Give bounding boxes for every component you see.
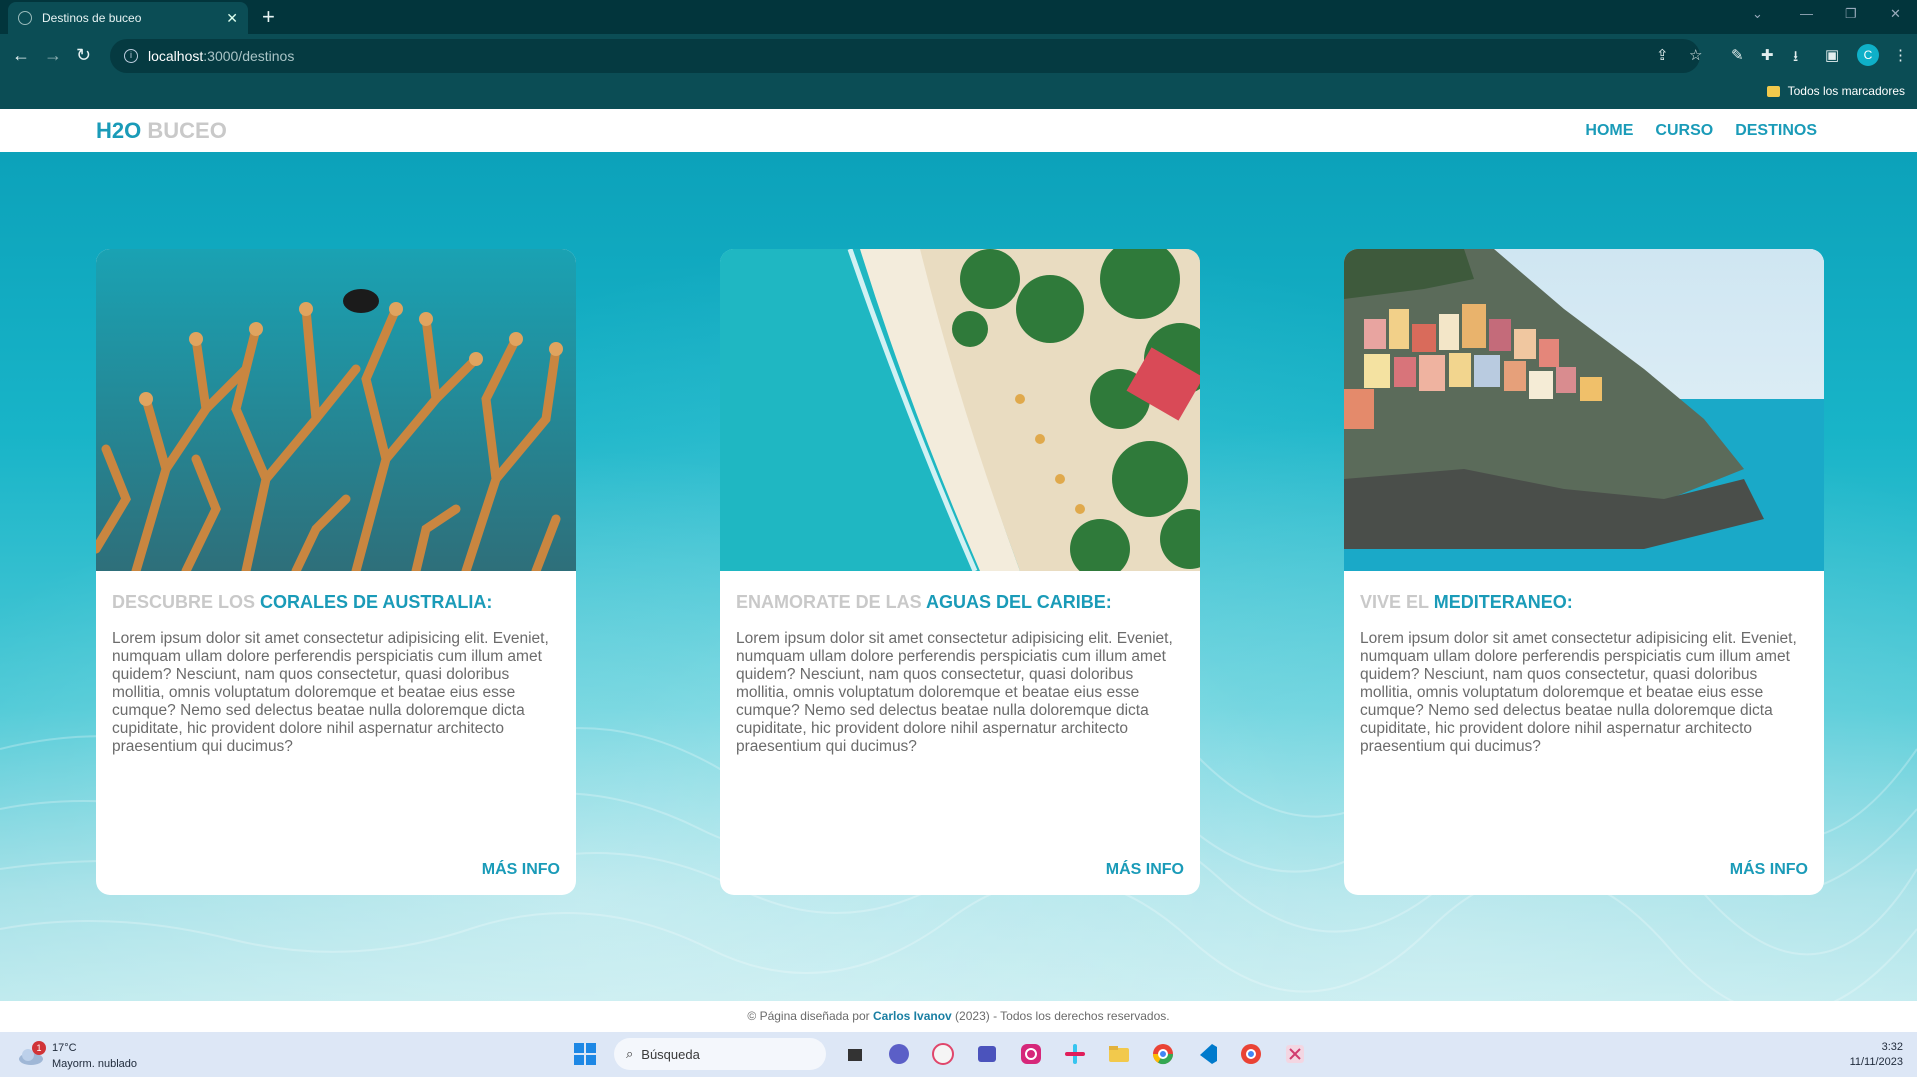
destination-cards: DESCUBRE LOS CORALES DE AUSTRALIA: Lorem… [96, 249, 1824, 895]
nav-destinos-link[interactable]: DESTINOS [1735, 122, 1817, 140]
main-nav: HOME CURSO DESTINOS [1585, 122, 1817, 140]
card-heading-accent: CORALES DE AUSTRALIA: [260, 592, 493, 612]
task-view-icon[interactable] [840, 1039, 870, 1069]
nav-home-link[interactable]: HOME [1585, 122, 1633, 140]
download-icon[interactable]: ⭳ [1793, 46, 1798, 71]
tab-search-icon[interactable]: ⌄ [1752, 6, 1763, 22]
tab-title: Destinos de buceo [42, 11, 142, 25]
url-host: localhost [148, 48, 204, 64]
taskbar-apps: ⌕ Búsqueda [570, 1038, 1310, 1070]
slack-icon[interactable] [1060, 1039, 1090, 1069]
more-info-link[interactable]: MÁS INFO [1730, 861, 1808, 879]
more-info-link[interactable]: MÁS INFO [1106, 861, 1184, 879]
chrome-profile-icon[interactable] [1236, 1039, 1266, 1069]
card-heading: VIVE EL MEDITERANEO: [1360, 592, 1573, 613]
card-description: Lorem ipsum dolor sit amet consectetur a… [736, 630, 1173, 755]
browser-tab[interactable]: Destinos de buceo ✕ [8, 2, 248, 34]
destination-card: DESCUBRE LOS CORALES DE AUSTRALIA: Lorem… [96, 249, 576, 895]
page-viewport: H2O BUCEO HOME CURSO DESTINOS DESCUBRE L… [0, 109, 1917, 1032]
card-heading-muted: VIVE EL [1360, 592, 1429, 612]
teams-icon[interactable] [972, 1039, 1002, 1069]
new-tab-button[interactable]: + [262, 4, 275, 30]
windows-start-icon[interactable] [570, 1039, 600, 1069]
card-heading: DESCUBRE LOS CORALES DE AUSTRALIA: [112, 592, 492, 613]
mediterranean-coast-image [1344, 249, 1824, 571]
address-bar[interactable]: i localhost :3000/destinos [110, 39, 1700, 73]
site-info-icon[interactable]: i [124, 49, 138, 63]
vscode-icon[interactable] [1192, 1039, 1222, 1069]
close-window-icon[interactable]: ✕ [1890, 6, 1901, 22]
clock[interactable]: 3:32 11/11/2023 [1850, 1040, 1903, 1070]
coral-reef-image [96, 249, 576, 571]
weather-desc: Mayorm. nublado [52, 1058, 137, 1070]
site-footer: © Página diseñada por Carlos Ivanov (202… [0, 1001, 1917, 1032]
footer-author: Carlos Ivanov [873, 1009, 952, 1023]
weather-widget[interactable]: 1 17°C Mayorm. nublado [18, 1040, 137, 1072]
browser-tab-strip: Destinos de buceo ✕ + ⌄ — ❐ ✕ [0, 0, 1917, 34]
clock-date: 11/11/2023 [1849, 1056, 1903, 1068]
destination-card: VIVE EL MEDITERANEO: Lorem ipsum dolor s… [1344, 249, 1824, 895]
bookmark-star-icon[interactable]: ☆ [1689, 46, 1702, 64]
restore-icon[interactable]: ❐ [1845, 6, 1857, 22]
extensions-puzzle-icon[interactable]: ✚ [1761, 46, 1774, 64]
forward-arrow-icon[interactable]: → [44, 44, 62, 66]
globe-icon [18, 11, 32, 25]
search-placeholder: Búsqueda [641, 1046, 700, 1062]
logo-secondary: BUCEO [147, 118, 227, 143]
reload-icon[interactable]: ↻ [76, 44, 91, 66]
music-app-icon[interactable] [928, 1039, 958, 1069]
caribbean-beach-image [720, 249, 1200, 571]
logo-primary: H2O [96, 118, 142, 143]
card-heading-accent: AGUAS DEL CARIBE: [926, 592, 1112, 612]
site-header: H2O BUCEO HOME CURSO DESTINOS [0, 109, 1917, 152]
footer-prefix: © Página diseñada por [747, 1009, 870, 1023]
nav-curso-link[interactable]: CURSO [1655, 122, 1713, 140]
card-heading-accent: MEDITERANEO: [1433, 592, 1573, 612]
bookmarks-bar: Todos los marcadores [0, 78, 1917, 109]
extension-pen-icon[interactable]: ✎ [1731, 46, 1744, 64]
chrome-icon[interactable] [1148, 1039, 1178, 1069]
card-heading-muted: DESCUBRE LOS [112, 592, 256, 612]
minimize-icon[interactable]: — [1800, 6, 1813, 21]
meet-chat-icon[interactable] [884, 1039, 914, 1069]
share-icon[interactable]: ⇪ [1656, 46, 1669, 64]
search-icon: ⌕ [626, 1046, 634, 1061]
cloud-icon: 1 [18, 1041, 46, 1065]
site-logo[interactable]: H2O BUCEO [96, 118, 227, 144]
close-tab-icon[interactable]: ✕ [226, 10, 238, 27]
bookmarks-folder-label: Todos los marcadores [1787, 84, 1905, 98]
side-panel-icon[interactable]: ▣ [1825, 46, 1839, 64]
card-heading: ENAMORATE DE LAS AGUAS DEL CARIBE: [736, 592, 1112, 613]
folder-icon [1766, 85, 1780, 97]
clock-time: 3:32 [1881, 1041, 1903, 1053]
all-bookmarks-folder[interactable]: Todos los marcadores [1766, 84, 1905, 98]
file-explorer-icon[interactable] [1104, 1039, 1134, 1069]
weather-badge: 1 [32, 1041, 46, 1055]
taskbar: 1 17°C Mayorm. nublado ⌕ Búsqueda 3:32 1… [0, 1032, 1917, 1077]
card-heading-muted: ENAMORATE DE LAS [736, 592, 922, 612]
more-info-link[interactable]: MÁS INFO [482, 861, 560, 879]
footer-suffix: (2023) - Todos los derechos reservados. [955, 1009, 1170, 1023]
weather-temp: 17°C [52, 1042, 77, 1054]
url-path: :3000/destinos [203, 48, 295, 64]
instagram-icon[interactable] [1016, 1039, 1046, 1069]
snipping-tool-icon[interactable] [1280, 1039, 1310, 1069]
destination-card: ENAMORATE DE LAS AGUAS DEL CARIBE: Lorem… [720, 249, 1200, 895]
profile-avatar[interactable]: C [1857, 44, 1879, 66]
card-description: Lorem ipsum dolor sit amet consectetur a… [112, 630, 549, 755]
menu-kebab-icon[interactable]: ⋮ [1893, 46, 1908, 64]
browser-toolbar: ← → ↻ i localhost :3000/destinos ⇪ ☆ ✎ ✚… [0, 34, 1917, 78]
taskbar-search[interactable]: ⌕ Búsqueda [614, 1038, 826, 1070]
back-arrow-icon[interactable]: ← [12, 44, 30, 66]
card-description: Lorem ipsum dolor sit amet consectetur a… [1360, 630, 1797, 755]
